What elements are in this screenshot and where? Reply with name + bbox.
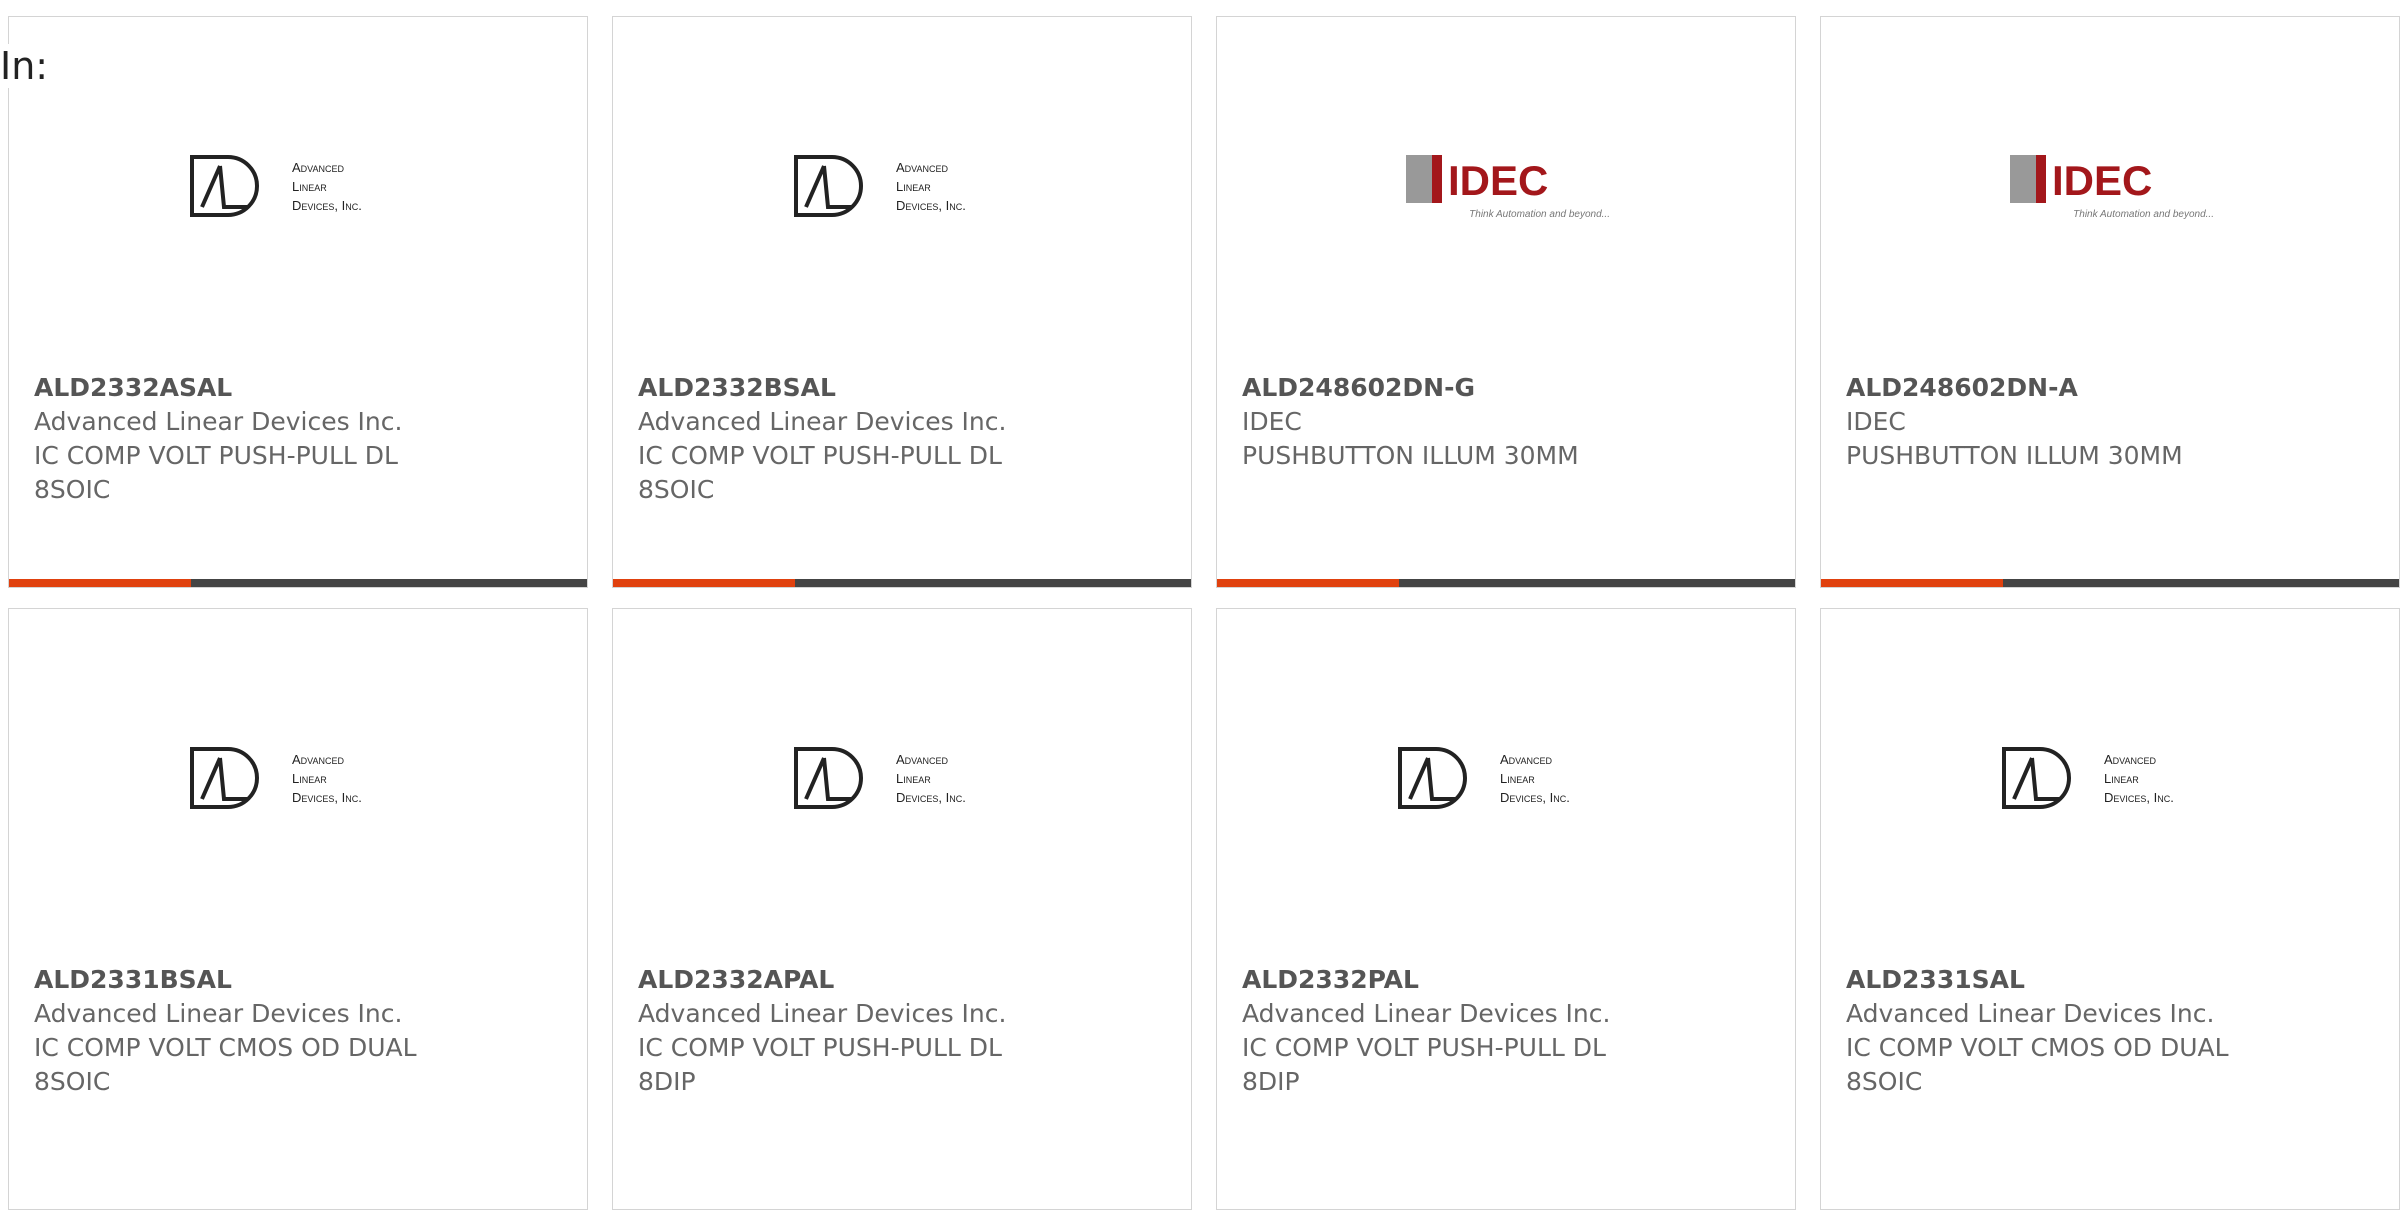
manufacturer-name: Advanced Linear Devices Inc.: [1242, 999, 1611, 1028]
manufacturer-logo: IDEC Think Automation and beyond...: [1217, 132, 1795, 242]
svg-text:Devices, Inc.: Devices, Inc.: [2104, 790, 2174, 805]
product-description: IC COMP VOLT CMOS OD DUAL 8SOIC: [34, 1033, 417, 1096]
product-description: IC COMP VOLT PUSH-PULL DL 8SOIC: [638, 441, 1002, 504]
ald-logo-icon: Advanced Linear Devices, Inc.: [2002, 747, 2174, 809]
ald-logo-icon: Advanced Linear Devices, Inc.: [794, 747, 966, 809]
card-accent-bar: [1217, 579, 1795, 587]
product-description: IC COMP VOLT PUSH-PULL DL 8SOIC: [34, 441, 398, 504]
part-number[interactable]: ALD2332APAL: [638, 963, 1166, 997]
part-number[interactable]: ALD2332BSAL: [638, 371, 1166, 405]
svg-text:Devices, Inc.: Devices, Inc.: [896, 790, 966, 805]
svg-text:Linear: Linear: [1500, 771, 1535, 786]
svg-text:Devices, Inc.: Devices, Inc.: [1500, 790, 1570, 805]
product-card[interactable]: IDEC Think Automation and beyond... ALD2…: [1820, 16, 2400, 588]
svg-text:Advanced: Advanced: [292, 160, 345, 175]
product-description: IC COMP VOLT PUSH-PULL DL 8DIP: [1242, 1033, 1606, 1096]
manufacturer-logo: Advanced Linear Devices, Inc.: [1821, 724, 2399, 834]
part-number[interactable]: ALD2332ASAL: [34, 371, 562, 405]
svg-text:Linear: Linear: [896, 179, 931, 194]
svg-text:Linear: Linear: [292, 179, 327, 194]
manufacturer-name: Advanced Linear Devices Inc.: [34, 407, 403, 436]
svg-text:IDEC: IDEC: [1448, 157, 1548, 204]
svg-text:Think Automation and beyond...: Think Automation and beyond...: [2073, 209, 2214, 220]
part-number[interactable]: ALD2331BSAL: [34, 963, 562, 997]
manufacturer-logo: Advanced Linear Devices, Inc.: [613, 132, 1191, 242]
part-number[interactable]: ALD2331SAL: [1846, 963, 2374, 997]
manufacturer-name: Advanced Linear Devices Inc.: [1846, 999, 2215, 1028]
svg-text:Linear: Linear: [896, 771, 931, 786]
card-accent-bar: [613, 579, 1191, 587]
svg-text:Think Automation and beyond...: Think Automation and beyond...: [1469, 209, 1610, 220]
manufacturer-logo: Advanced Linear Devices, Inc.: [613, 724, 1191, 834]
ald-logo-icon: Advanced Linear Devices, Inc.: [1398, 747, 1570, 809]
ald-logo-icon: Advanced Linear Devices, Inc.: [794, 155, 966, 217]
filter-label: In:: [0, 44, 49, 88]
product-card[interactable]: IDEC Think Automation and beyond... ALD2…: [1216, 16, 1796, 588]
product-card[interactable]: Advanced Linear Devices, Inc. ALD2331SAL…: [1820, 608, 2400, 1210]
manufacturer-name: IDEC: [1242, 407, 1302, 436]
product-card[interactable]: Advanced Linear Devices, Inc. ALD2331BSA…: [8, 608, 588, 1210]
product-description: IC COMP VOLT CMOS OD DUAL 8SOIC: [1846, 1033, 2229, 1096]
svg-text:Linear: Linear: [2104, 771, 2139, 786]
product-card[interactable]: Advanced Linear Devices, Inc. ALD2332BSA…: [612, 16, 1192, 588]
manufacturer-name: Advanced Linear Devices Inc.: [638, 999, 1007, 1028]
product-description: PUSHBUTTON ILLUM 30MM: [1846, 441, 2183, 470]
part-number[interactable]: ALD2332PAL: [1242, 963, 1770, 997]
manufacturer-logo: Advanced Linear Devices, Inc.: [1217, 724, 1795, 834]
svg-text:Advanced: Advanced: [896, 160, 949, 175]
product-card[interactable]: Advanced Linear Devices, Inc. ALD2332ASA…: [8, 16, 588, 588]
manufacturer-logo: Advanced Linear Devices, Inc.: [9, 724, 587, 834]
manufacturer-name: Advanced Linear Devices Inc.: [34, 999, 403, 1028]
ald-logo-icon: Advanced Linear Devices, Inc.: [190, 155, 362, 217]
svg-text:Devices, Inc.: Devices, Inc.: [896, 198, 966, 213]
product-description: PUSHBUTTON ILLUM 30MM: [1242, 441, 1579, 470]
product-card[interactable]: Advanced Linear Devices, Inc. ALD2332APA…: [612, 608, 1192, 1210]
product-description: IC COMP VOLT PUSH-PULL DL 8DIP: [638, 1033, 1002, 1096]
svg-text:Devices, Inc.: Devices, Inc.: [292, 198, 362, 213]
card-accent-bar: [9, 579, 587, 587]
part-number[interactable]: ALD248602DN-A: [1846, 371, 2374, 405]
svg-text:Linear: Linear: [292, 771, 327, 786]
manufacturer-name: Advanced Linear Devices Inc.: [638, 407, 1007, 436]
manufacturer-name: IDEC: [1846, 407, 1906, 436]
manufacturer-logo: IDEC Think Automation and beyond...: [1821, 132, 2399, 242]
product-card[interactable]: Advanced Linear Devices, Inc. ALD2332PAL…: [1216, 608, 1796, 1210]
product-grid: Advanced Linear Devices, Inc. ALD2332ASA…: [8, 16, 2400, 1210]
svg-text:IDEC: IDEC: [2052, 157, 2152, 204]
svg-text:Advanced: Advanced: [292, 752, 345, 767]
manufacturer-logo: Advanced Linear Devices, Inc.: [9, 132, 587, 242]
card-accent-bar: [1821, 579, 2399, 587]
svg-text:Advanced: Advanced: [1500, 752, 1553, 767]
ald-logo-icon: Advanced Linear Devices, Inc.: [190, 747, 362, 809]
svg-text:Advanced: Advanced: [896, 752, 949, 767]
svg-text:Devices, Inc.: Devices, Inc.: [292, 790, 362, 805]
idec-logo-icon: IDEC Think Automation and beyond...: [2010, 155, 2214, 220]
part-number[interactable]: ALD248602DN-G: [1242, 371, 1770, 405]
idec-logo-icon: IDEC Think Automation and beyond...: [1406, 155, 1610, 220]
svg-text:Advanced: Advanced: [2104, 752, 2157, 767]
